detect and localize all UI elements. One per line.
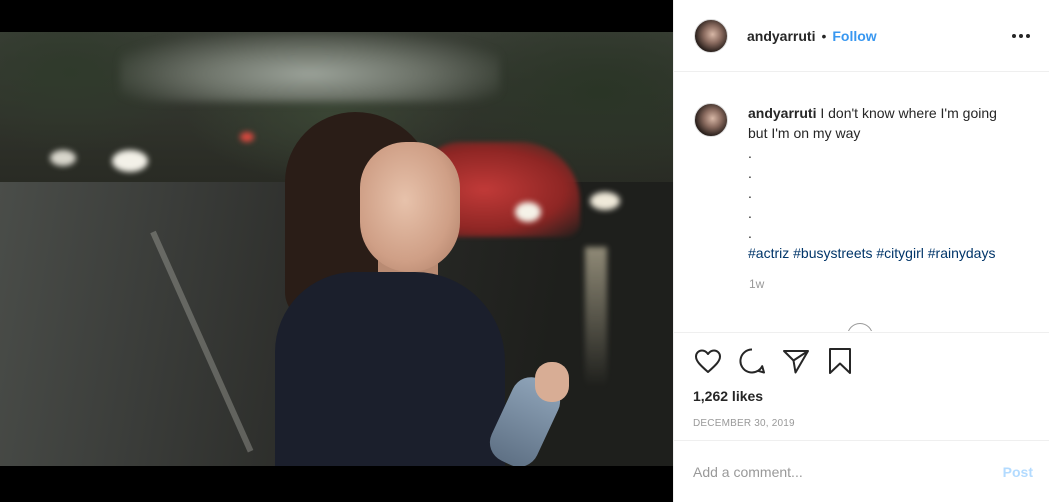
heart-icon[interactable] (693, 346, 723, 376)
hashtag-link[interactable]: #actriz (748, 245, 789, 261)
post-side-panel: andyarruti • Follow andyarruti I don't k… (673, 0, 1049, 502)
post-date[interactable]: DECEMBER 30, 2019 (693, 418, 1033, 429)
photo-headlight (590, 192, 620, 210)
photo-taillight (240, 132, 254, 142)
follow-button[interactable]: Follow (832, 28, 876, 44)
photo-sweater (275, 272, 505, 466)
comment-bubble-icon[interactable] (737, 346, 767, 376)
caption-time-ago[interactable]: 1w (749, 277, 1033, 291)
post-photo[interactable] (0, 32, 673, 466)
header-separator: • (821, 27, 827, 44)
action-bar (693, 333, 1033, 389)
post-header: andyarruti • Follow (674, 0, 1049, 72)
photo-headlight (112, 150, 148, 172)
more-options-icon[interactable] (1009, 24, 1033, 48)
loading-spinner-icon (847, 323, 873, 331)
photo-sky (120, 32, 500, 102)
caption-username[interactable]: andyarruti (748, 105, 816, 121)
photo-headlight (50, 150, 76, 166)
caption: andyarruti I don't know where I'm going … (748, 103, 1003, 263)
hashtag-link[interactable]: #busystreets (793, 245, 872, 261)
caption-dot: . (748, 145, 752, 161)
hashtag-link[interactable]: #citygirl (876, 245, 923, 261)
caption-dot: . (748, 165, 752, 181)
bookmark-icon[interactable] (825, 346, 855, 376)
photo-face (360, 142, 460, 272)
post-media (0, 0, 673, 502)
paper-plane-icon[interactable] (781, 346, 811, 376)
author-avatar[interactable] (694, 18, 728, 53)
likes-count[interactable]: 1,262 likes (693, 388, 1033, 404)
comment-input[interactable] (693, 463, 1003, 480)
caption-dot: . (748, 225, 752, 241)
photo-reflection (585, 247, 607, 387)
actions-block: 1,262 likes DECEMBER 30, 2019 (674, 332, 1049, 439)
author-username[interactable]: andyarruti (747, 28, 815, 44)
caption-dot: . (748, 205, 752, 221)
post-comment-button[interactable]: Post (1003, 464, 1033, 480)
caption-row: andyarruti I don't know where I'm going … (694, 73, 1033, 263)
photo-person (270, 112, 570, 466)
hashtag-link[interactable]: #rainydays (928, 245, 996, 261)
caption-avatar[interactable] (694, 103, 728, 137)
comments-section[interactable]: andyarruti I don't know where I'm going … (674, 73, 1049, 331)
photo-hand (535, 362, 569, 402)
instagram-post: andyarruti • Follow andyarruti I don't k… (0, 0, 1049, 502)
add-comment-bar: Post (674, 440, 1049, 502)
caption-hashtags: #actriz #busystreets #citygirl #rainyday… (748, 243, 1003, 263)
caption-dot: . (748, 185, 752, 201)
